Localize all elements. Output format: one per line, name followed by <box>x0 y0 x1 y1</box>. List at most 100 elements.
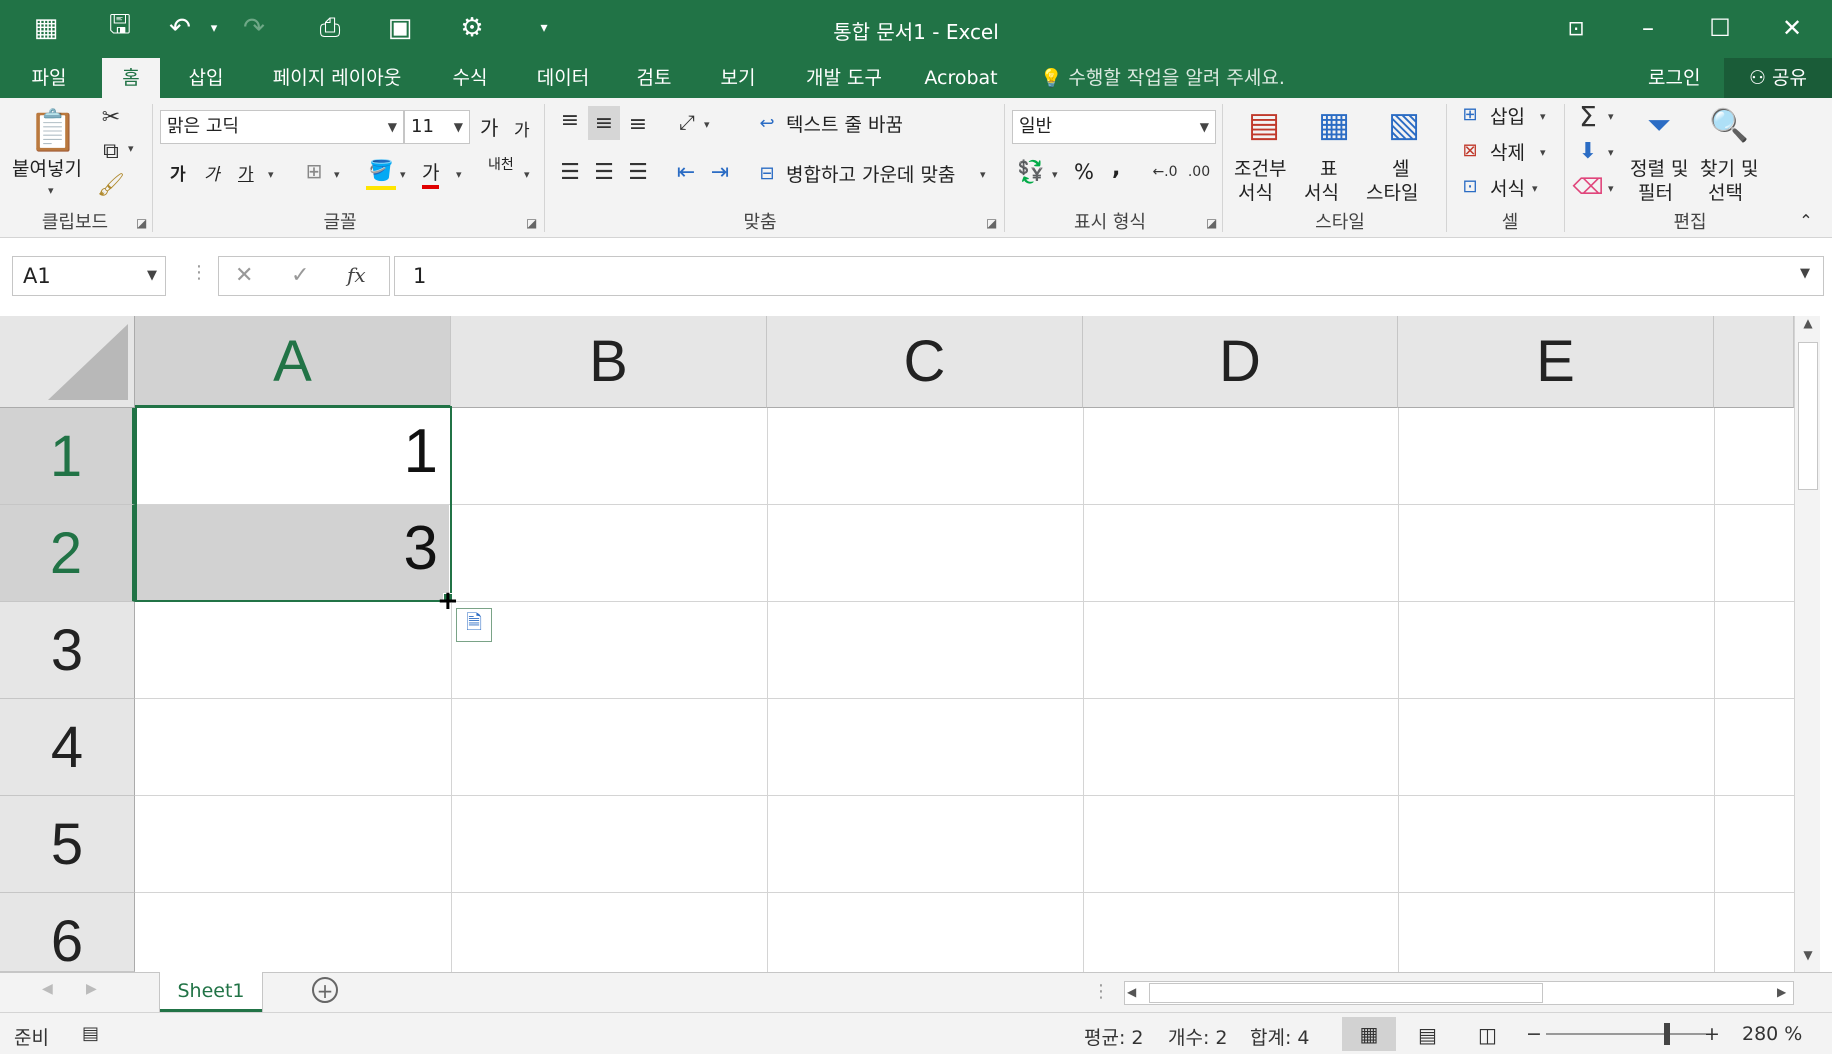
find-select-label-2[interactable]: 선택 <box>1708 178 1743 205</box>
orientation-dropdown-icon[interactable]: ▾ <box>704 118 710 131</box>
column-header-e[interactable]: E <box>1398 316 1714 408</box>
phonetic-dropdown-icon[interactable]: ▾ <box>524 168 530 181</box>
autosum-icon[interactable]: Σ <box>1572 100 1604 133</box>
sort-filter-label-2[interactable]: 필터 <box>1638 178 1673 205</box>
enter-icon[interactable]: ✓ <box>291 263 309 288</box>
copy-dropdown-icon[interactable]: ▾ <box>128 142 134 155</box>
merge-dropdown-icon[interactable]: ▾ <box>980 168 986 181</box>
share-button[interactable]: ⚇ 공유 <box>1724 58 1832 98</box>
font-name-combo[interactable]: 맑은 고딕 ▼ <box>160 110 404 144</box>
tell-me-box[interactable]: 💡 수행할 작업을 알려 주세요. <box>1040 58 1285 98</box>
underline-dropdown-icon[interactable]: ▾ <box>268 168 274 181</box>
find-select-label-1[interactable]: 찾기 및 <box>1700 154 1758 181</box>
number-format-combo[interactable]: 일반 ▼ <box>1012 110 1216 144</box>
tab-home[interactable]: 홈 <box>102 58 160 98</box>
conditional-formatting-label-1[interactable]: 조건부 <box>1234 154 1286 181</box>
tab-insert[interactable]: 삽입 <box>176 58 236 98</box>
underline-button[interactable]: 가 <box>238 160 254 185</box>
tab-file[interactable]: 파일 <box>18 58 80 98</box>
row-header-5[interactable]: 5 <box>0 796 135 893</box>
comma-button[interactable]: , <box>1112 156 1120 181</box>
row-header-2[interactable]: 2 <box>0 505 135 602</box>
average-status[interactable]: 평균: 2 <box>1084 1023 1144 1050</box>
cell-a2[interactable]: 3 <box>140 513 438 584</box>
accounting-format-icon[interactable]: 💱 <box>1016 158 1046 186</box>
format-cells-button[interactable]: 서식 <box>1490 174 1525 201</box>
align-right-icon[interactable]: ☰ <box>624 158 652 186</box>
conditional-formatting-label-2[interactable]: 서식 <box>1238 178 1273 205</box>
number-launcher-icon[interactable]: ◪ <box>1206 216 1217 230</box>
insert-cells-icon[interactable]: ⊞ <box>1456 100 1484 128</box>
zoom-slider-thumb[interactable] <box>1664 1023 1670 1045</box>
zoom-out-icon[interactable]: − <box>1526 1023 1542 1045</box>
ribbon-display-options-icon[interactable]: ⊡ <box>1546 6 1606 50</box>
sum-status[interactable]: 합계: 4 <box>1250 1023 1310 1050</box>
quick-analysis-icon[interactable]: 🗎 <box>456 608 492 642</box>
paste-icon[interactable]: 📋 <box>26 102 80 158</box>
page-layout-view-icon[interactable]: ▤ <box>1418 1023 1437 1047</box>
tab-acrobat[interactable]: Acrobat <box>920 58 1002 98</box>
cell-a1[interactable]: 1 <box>140 416 438 487</box>
format-painter-icon[interactable]: 🖌 <box>96 170 126 200</box>
align-middle-icon[interactable]: ≡ <box>588 106 620 140</box>
decrease-indent-icon[interactable]: ⇤ <box>672 158 700 186</box>
zoom-level[interactable]: 280 % <box>1742 1023 1802 1045</box>
vertical-scroll-thumb[interactable] <box>1798 342 1818 490</box>
insert-cells-button[interactable]: 삽입 <box>1490 102 1525 129</box>
row-header-6[interactable]: 6 <box>0 893 135 972</box>
merge-center-button[interactable]: 병합하고 가운데 맞춤 <box>786 160 955 187</box>
align-top-icon[interactable]: ≡ <box>556 106 584 134</box>
normal-view-icon[interactable]: ▦ <box>1342 1017 1396 1051</box>
tab-review[interactable]: 검토 <box>624 58 684 98</box>
increase-indent-icon[interactable]: ⇥ <box>706 158 734 186</box>
conditional-formatting-icon[interactable]: ▤ <box>1240 102 1288 148</box>
insert-function-button[interactable]: fx <box>347 263 366 287</box>
macro-record-icon[interactable]: ▤ <box>82 1023 99 1044</box>
sort-filter-label-1[interactable]: 정렬 및 <box>1630 154 1688 181</box>
horizontal-scrollbar[interactable]: ◀ ▶ <box>1124 981 1794 1005</box>
new-sheet-icon[interactable]: + <box>312 977 338 1003</box>
delete-cells-icon[interactable]: ⊠ <box>1456 136 1484 164</box>
tab-splitter-icon[interactable]: ⋮ <box>1092 981 1110 1002</box>
accounting-dropdown-icon[interactable]: ▾ <box>1052 168 1058 181</box>
sheet-tab-sheet1[interactable]: Sheet1 <box>160 972 262 1012</box>
splitter-dots-icon[interactable]: ⋮ <box>190 262 208 283</box>
next-sheet-icon[interactable]: ▶ <box>86 981 97 997</box>
shrink-font-button[interactable]: 가 <box>514 116 530 141</box>
tab-view[interactable]: 보기 <box>708 58 768 98</box>
align-center-icon[interactable]: ☰ <box>590 158 618 186</box>
tab-formulas[interactable]: 수식 <box>440 58 500 98</box>
font-color-dropdown-icon[interactable]: ▾ <box>456 168 462 181</box>
scroll-left-icon[interactable]: ◀ <box>1127 985 1136 999</box>
format-dropdown-icon[interactable]: ▾ <box>1532 182 1538 195</box>
wrap-text-button[interactable]: 텍스트 줄 바꿈 <box>786 110 903 137</box>
orientation-icon[interactable]: ⤢ <box>672 108 702 136</box>
column-header-d[interactable]: D <box>1083 316 1398 408</box>
zoom-slider[interactable] <box>1546 1033 1706 1035</box>
row-header-3[interactable]: 3 <box>0 602 135 699</box>
cut-icon[interactable]: ✂ <box>96 102 126 132</box>
formula-input[interactable]: 1 <box>394 256 1824 296</box>
fill-color-dropdown-icon[interactable]: ▾ <box>400 168 406 181</box>
collapse-ribbon-icon[interactable]: ⌃ <box>1796 210 1816 230</box>
paste-label[interactable]: 붙여넣기 <box>12 154 82 181</box>
merge-center-icon[interactable]: ⊟ <box>754 160 780 186</box>
page-break-view-icon[interactable]: ◫ <box>1478 1023 1497 1047</box>
font-launcher-icon[interactable]: ◪ <box>526 216 537 230</box>
tab-developer[interactable]: 개발 도구 <box>794 58 894 98</box>
column-header-b[interactable]: B <box>451 316 767 408</box>
delete-dropdown-icon[interactable]: ▾ <box>1540 146 1546 159</box>
format-as-table-label-1[interactable]: 표 <box>1320 154 1337 181</box>
insert-dropdown-icon[interactable]: ▾ <box>1540 110 1546 123</box>
cell-styles-icon[interactable]: ▧ <box>1380 102 1428 148</box>
align-left-icon[interactable]: ☰ <box>556 158 584 186</box>
column-header-a[interactable]: A <box>135 316 451 408</box>
prev-sheet-icon[interactable]: ◀ <box>42 981 53 997</box>
cell-styles-label-2[interactable]: 스타일 <box>1366 178 1418 205</box>
align-bottom-icon[interactable]: ≡ <box>624 110 652 138</box>
autosum-dropdown-icon[interactable]: ▾ <box>1608 110 1614 123</box>
fill-icon[interactable]: ⬇ <box>1574 136 1602 166</box>
column-header-partial[interactable] <box>1714 316 1794 408</box>
login-link[interactable]: 로그인 <box>1648 58 1700 98</box>
cell-styles-label-1[interactable]: 셀 <box>1392 154 1409 181</box>
